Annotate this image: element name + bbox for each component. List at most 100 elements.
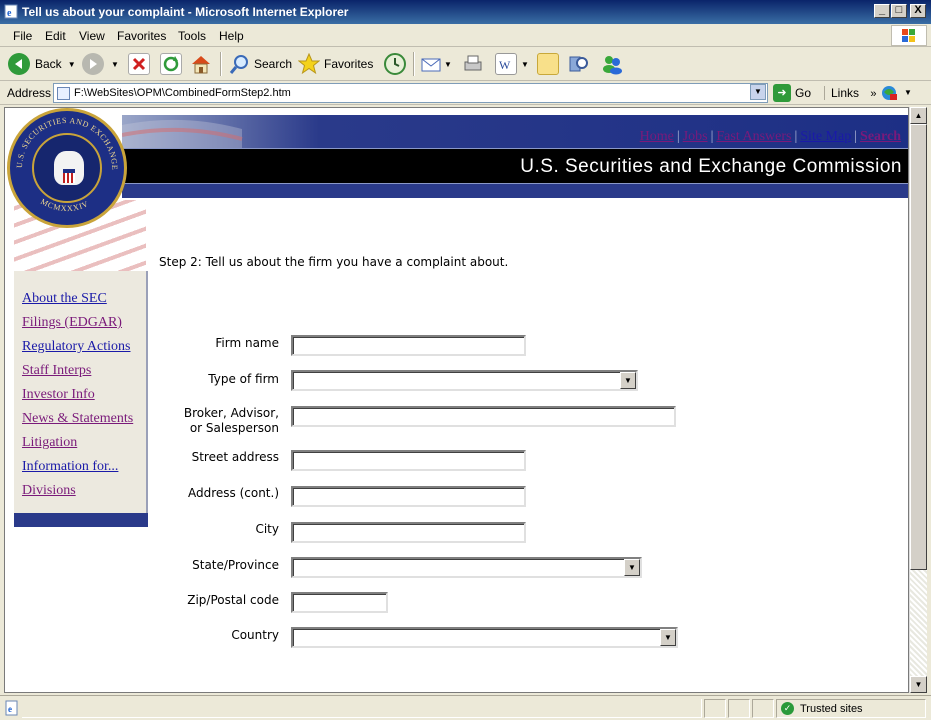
search-label: Search (254, 57, 293, 71)
nav-news-statements[interactable]: News & Statements (22, 411, 133, 427)
svg-text:e: e (8, 704, 12, 714)
chevron-down-icon[interactable]: ▼ (624, 559, 640, 576)
svg-text:W: W (499, 58, 511, 72)
menu-file[interactable]: File (13, 29, 32, 43)
status-panel (704, 699, 726, 718)
nav-litigation[interactable]: Litigation (22, 435, 77, 451)
history-button[interactable] (384, 51, 411, 77)
link-jobs[interactable]: Jobs (683, 129, 708, 144)
type-of-firm-label: Type of firm (208, 372, 279, 386)
menu-edit[interactable]: Edit (45, 29, 66, 43)
print-button[interactable] (462, 51, 484, 77)
menu-tools[interactable]: Tools (178, 29, 206, 43)
link-site-map[interactable]: Site Map (800, 129, 851, 144)
nav-staff-interps[interactable]: Staff Interps (22, 363, 91, 379)
zip-label: Zip/Postal code (187, 593, 279, 607)
security-zone-label: Trusted sites (800, 702, 863, 715)
type-of-firm-select[interactable]: ▼ (291, 370, 638, 391)
address-input[interactable]: F:\WebSites\OPM\CombinedFormStep2.htm (53, 83, 768, 103)
research-button[interactable] (568, 51, 590, 77)
chevron-down-icon[interactable]: ▼ (620, 372, 636, 389)
scroll-track[interactable] (910, 570, 927, 676)
home-button[interactable] (190, 51, 212, 77)
status-text-panel (22, 699, 702, 718)
back-arrow-icon (8, 53, 30, 75)
scroll-up-icon[interactable]: ▲ (910, 107, 927, 124)
search-button[interactable]: Search (228, 51, 292, 77)
maximize-button[interactable]: □ (891, 4, 907, 18)
trusted-check-icon: ✓ (781, 702, 794, 715)
mail-dropdown-icon[interactable]: ▼ (444, 60, 452, 69)
city-input[interactable] (291, 522, 526, 543)
search-icon (228, 53, 250, 75)
forward-button[interactable]: ▼ (82, 51, 119, 77)
nav-divisions[interactable]: Divisions (22, 483, 76, 499)
chevron-right-icon[interactable]: » (870, 88, 876, 100)
state-province-select[interactable]: ▼ (291, 557, 642, 578)
page-icon (57, 87, 70, 100)
nav-regulatory-actions[interactable]: Regulatory Actions (22, 339, 131, 355)
address-dropdown-icon[interactable]: ▼ (750, 84, 766, 100)
nav-filings-edgar[interactable]: Filings (EDGAR) (22, 315, 122, 331)
menu-favorites[interactable]: Favorites (117, 29, 166, 43)
address-cont-input[interactable] (291, 486, 526, 507)
scroll-down-icon[interactable]: ▼ (910, 676, 927, 693)
toolbar: Back ▼ ▼ Search Favorites ▼ W ▼ (0, 47, 931, 81)
go-label: Go (795, 86, 812, 100)
security-zone[interactable]: ✓ Trusted sites (776, 699, 926, 718)
vertical-scrollbar[interactable]: ▲ ▼ (909, 107, 927, 693)
edit-button[interactable]: W ▼ (495, 51, 529, 77)
link-search[interactable]: Search (860, 129, 901, 144)
title-bar[interactable]: e Tell us about your complaint - Microso… (0, 0, 931, 24)
mail-button[interactable]: ▼ (420, 51, 452, 77)
firm-name-input[interactable] (291, 335, 526, 356)
links-label: Links (831, 86, 860, 100)
broker-input[interactable] (291, 406, 676, 427)
sec-seal-logo[interactable]: U.S. SECURITIES AND EXCHANGE COMMISSION … (7, 108, 127, 228)
windows-logo-icon (891, 25, 927, 46)
edit-dropdown-icon[interactable]: ▼ (521, 60, 529, 69)
street-address-label: Street address (191, 450, 279, 464)
translate-icon[interactable] (880, 84, 898, 102)
back-button[interactable]: Back ▼ (8, 51, 76, 77)
translate-dropdown-icon[interactable]: ▼ (904, 88, 912, 97)
forward-arrow-icon (82, 53, 104, 75)
address-label: Address (7, 86, 52, 100)
window-title: Tell us about your complaint - Microsoft… (22, 5, 349, 19)
messenger-button[interactable] (601, 51, 623, 77)
minimize-button[interactable]: _ (874, 4, 890, 18)
left-navigation: About the SEC Filings (EDGAR) Regulatory… (14, 271, 148, 516)
firm-name-label: Firm name (215, 336, 279, 350)
country-select[interactable]: ▼ (291, 627, 678, 648)
street-address-input[interactable] (291, 450, 526, 471)
link-home[interactable]: Home (640, 129, 674, 144)
menu-view[interactable]: View (79, 29, 105, 43)
back-dropdown-icon[interactable]: ▼ (68, 60, 76, 69)
close-button[interactable]: X (910, 4, 926, 18)
nav-investor-info[interactable]: Investor Info (22, 387, 95, 403)
link-fast-answers[interactable]: Fast Answers (716, 129, 791, 144)
favorites-label: Favorites (324, 57, 374, 71)
links-toolbar[interactable]: Links » (824, 86, 876, 100)
country-label: Country (231, 628, 279, 642)
nav-information-for[interactable]: Information for... (22, 459, 118, 475)
svg-text:e: e (7, 8, 12, 19)
go-button[interactable]: ➜ Go (773, 84, 811, 102)
forward-dropdown-icon[interactable]: ▼ (111, 60, 119, 69)
toolbar-separator (220, 52, 222, 76)
favorites-button[interactable]: Favorites (297, 51, 374, 77)
page-done-icon: e (4, 700, 20, 716)
broker-label: Broker, Advisor, or Salesperson (149, 406, 279, 436)
stop-button[interactable] (128, 51, 150, 77)
discuss-button[interactable] (537, 51, 559, 77)
menu-help[interactable]: Help (219, 29, 244, 43)
header-links: Home | Jobs | Fast Answers | Site Map | Search (639, 129, 901, 144)
favorites-star-icon (297, 52, 321, 75)
seal-center (32, 133, 102, 203)
chevron-down-icon[interactable]: ▼ (660, 629, 676, 646)
nav-about-the-sec[interactable]: About the SEC (22, 291, 107, 307)
refresh-button[interactable] (160, 51, 182, 77)
scroll-thumb[interactable] (910, 124, 927, 570)
messenger-icon (601, 53, 623, 75)
zip-input[interactable] (291, 592, 388, 613)
